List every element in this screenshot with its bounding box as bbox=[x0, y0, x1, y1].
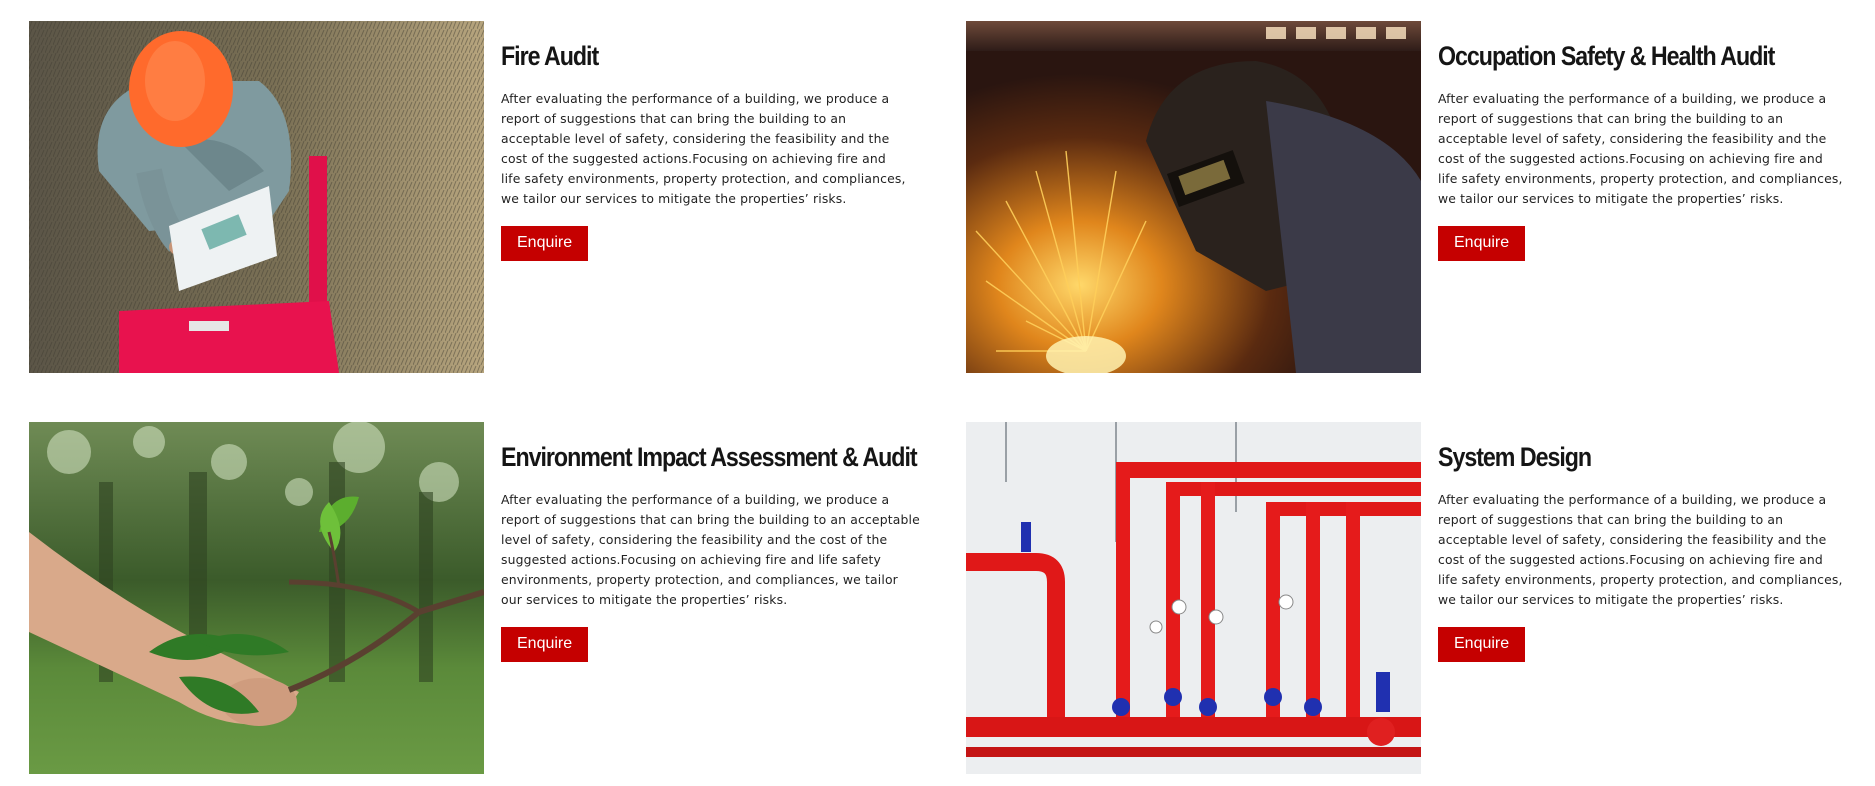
service-description: After evaluating the performance of a bu… bbox=[1438, 91, 1843, 207]
enquire-button[interactable]: Enquire bbox=[501, 627, 589, 663]
fire-audit-image bbox=[29, 21, 484, 373]
environment-image bbox=[29, 422, 484, 774]
service-description: After evaluating the performance of a bu… bbox=[1438, 492, 1843, 608]
service-title: System Design bbox=[1438, 442, 1592, 472]
service-card-content: Fire Audit After evaluating the performa… bbox=[484, 21, 909, 373]
service-card-content: Occupation Safety & Health Audit After e… bbox=[1421, 21, 1846, 373]
system-design-image bbox=[966, 422, 1421, 774]
enquire-button[interactable]: Enquire bbox=[1438, 226, 1526, 262]
enquire-button[interactable]: Enquire bbox=[501, 226, 589, 262]
service-card-occupation-safety: Occupation Safety & Health Audit After e… bbox=[966, 21, 1846, 373]
service-card-content: System Design After evaluating the perfo… bbox=[1421, 422, 1846, 774]
enquire-button[interactable]: Enquire bbox=[1438, 627, 1526, 663]
service-description: After evaluating the performance of a bu… bbox=[501, 492, 920, 608]
service-title: Environment Impact Assessment & Audit bbox=[501, 442, 918, 472]
service-title: Occupation Safety & Health Audit bbox=[1438, 41, 1775, 71]
service-card-environment: Environment Impact Assessment & Audit Af… bbox=[29, 422, 920, 774]
service-description: After evaluating the performance of a bu… bbox=[501, 91, 906, 207]
services-grid: Fire Audit After evaluating the performa… bbox=[29, 21, 1846, 774]
service-title: Fire Audit bbox=[501, 41, 599, 71]
service-card-fire-audit: Fire Audit After evaluating the performa… bbox=[29, 21, 909, 373]
occupation-safety-image bbox=[966, 21, 1421, 373]
service-card-content: Environment Impact Assessment & Audit Af… bbox=[484, 422, 921, 774]
service-card-system-design: System Design After evaluating the perfo… bbox=[966, 422, 1846, 774]
